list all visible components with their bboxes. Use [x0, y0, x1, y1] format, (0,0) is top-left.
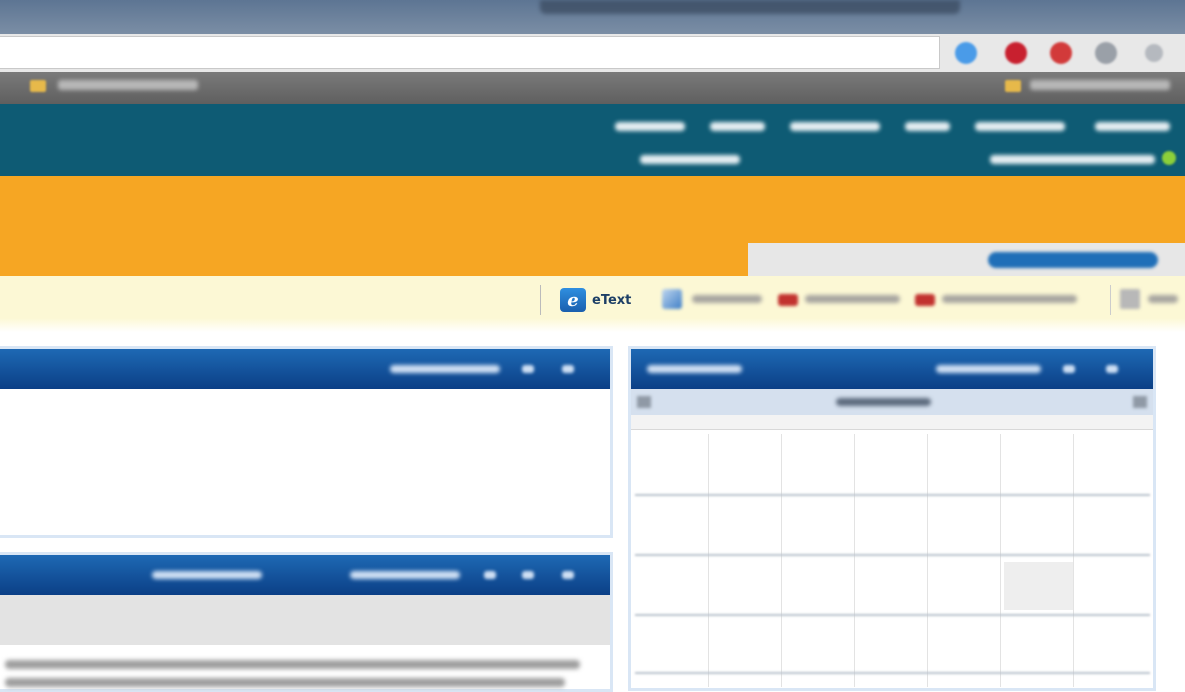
extension-icon[interactable] — [1095, 42, 1117, 64]
browser-title-bar — [0, 0, 1185, 34]
collapse-icon[interactable] — [522, 571, 534, 579]
extension-icon[interactable] — [955, 42, 977, 64]
toolbar-link[interactable] — [692, 295, 762, 303]
toolbar-link[interactable] — [942, 295, 1077, 303]
site-header — [0, 104, 1185, 176]
header-link[interactable] — [905, 122, 950, 131]
header-link[interactable] — [990, 155, 1155, 164]
panel-body-text — [5, 678, 565, 687]
panel-tab-link[interactable] — [152, 571, 262, 579]
panel-header — [0, 349, 610, 389]
calendar-weekday-row — [631, 415, 1153, 430]
panel-customize-link[interactable] — [936, 365, 1041, 373]
banner-action-button[interactable] — [988, 252, 1158, 268]
calendar-month-label — [836, 398, 931, 406]
toolbar-link[interactable] — [805, 295, 900, 303]
grid-icon[interactable] — [1120, 289, 1140, 309]
bookmark-item[interactable] — [58, 80, 198, 90]
panel-customize-link[interactable] — [390, 365, 500, 373]
toolbar-link[interactable] — [1148, 295, 1178, 303]
panel-header — [631, 349, 1153, 389]
collapse-icon[interactable] — [522, 365, 534, 373]
panel-header — [0, 555, 610, 595]
student-view-icon[interactable] — [1162, 151, 1176, 165]
graduation-cap-icon[interactable] — [778, 294, 798, 306]
collapse-icon[interactable] — [1063, 365, 1075, 373]
extension-icon[interactable] — [1050, 42, 1072, 64]
browser-tab-strip — [540, 0, 960, 14]
menu-icon[interactable] — [1145, 44, 1163, 62]
bookmark-item[interactable] — [1030, 80, 1170, 90]
panel-body-text — [5, 660, 580, 669]
folder-icon[interactable] — [1005, 80, 1021, 92]
address-bar[interactable] — [0, 36, 940, 69]
panel-subheader — [0, 595, 610, 645]
header-link[interactable] — [615, 122, 685, 131]
etext-icon: e — [560, 288, 586, 312]
calendar-title — [647, 365, 742, 373]
header-link[interactable] — [1095, 122, 1170, 131]
header-link[interactable] — [710, 122, 765, 131]
extension-icon[interactable] — [1005, 42, 1027, 64]
left-panel-bottom — [0, 552, 613, 692]
calendar-month-bar — [631, 389, 1153, 415]
settings-icon[interactable] — [484, 571, 496, 579]
folder-icon[interactable] — [30, 80, 46, 92]
header-course-name[interactable] — [640, 155, 740, 164]
prev-month-icon[interactable] — [637, 396, 651, 408]
close-icon[interactable] — [562, 571, 574, 579]
pencil-icon[interactable] — [662, 289, 682, 309]
panel-customize-link[interactable] — [350, 571, 460, 579]
graduation-cap-icon[interactable] — [915, 294, 935, 306]
toolbar-divider — [1110, 285, 1111, 315]
calendar-today-cell[interactable] — [1004, 562, 1073, 610]
etext-icon-glyph: e — [567, 289, 579, 311]
close-icon[interactable] — [1106, 365, 1118, 373]
toolbar-shadow — [0, 318, 1185, 332]
close-icon[interactable] — [562, 365, 574, 373]
etext-label: eText — [592, 292, 632, 308]
etext-link[interactable]: e eText — [540, 282, 655, 318]
header-link[interactable] — [975, 122, 1065, 131]
header-link[interactable] — [790, 122, 880, 131]
left-panel-top — [0, 346, 613, 538]
calendar-grid — [635, 434, 1150, 687]
next-month-icon[interactable] — [1133, 396, 1147, 408]
